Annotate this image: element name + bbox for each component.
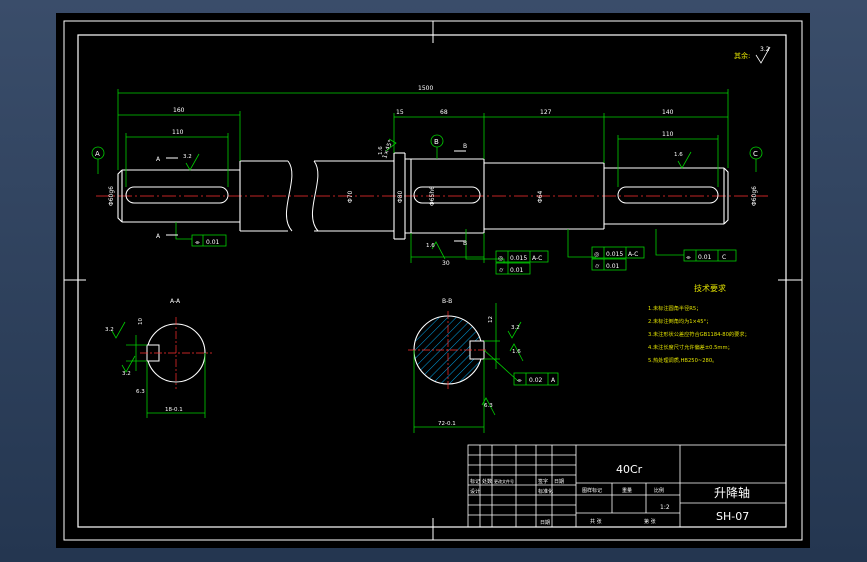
svg-text:C: C: [722, 254, 726, 261]
dim-right-end: 140: [662, 109, 674, 116]
section-b-width: 72-0.1: [438, 421, 456, 427]
section-a-depth: 10: [138, 318, 144, 325]
section-a-rough: 3.2: [105, 327, 114, 333]
svg-text:0.01: 0.01: [510, 267, 524, 274]
tb-pattern-mark: 图样标记: [582, 487, 602, 494]
section-label-a-top: A: [156, 156, 161, 163]
svg-text:1.6: 1.6: [426, 243, 435, 249]
svg-text:⌯: ⌯: [195, 239, 200, 246]
keyway-middle: [413, 186, 481, 204]
dim-30: 30: [442, 260, 450, 267]
svg-text:0.01: 0.01: [206, 239, 220, 246]
tb-sign: 签字: [538, 478, 548, 485]
dim-overall: 1500: [418, 85, 433, 92]
dim-dia-collar: Φ80: [397, 190, 404, 203]
section-a-rough2-icon: [121, 355, 136, 373]
section-label-b-bottom: B: [463, 240, 467, 247]
datum-a: A: [91, 146, 105, 160]
tb-weight: 重量: [622, 487, 632, 494]
tb-scale-label: 比例: [654, 487, 664, 494]
svg-text:A: A: [551, 377, 556, 384]
tol-frame-right: ⌯ 0.01 C: [683, 249, 737, 262]
tol-frame-left: ⌯ 0.01: [191, 234, 227, 247]
cad-drawing: 其余: 3.2 1500 160 110 15 68 127 140 110 3…: [63, 20, 803, 541]
tb-count: 处数: [482, 478, 492, 485]
tb-date: 日期: [554, 479, 564, 485]
svg-text:1.6: 1.6: [378, 146, 384, 155]
datum-b: B: [430, 134, 444, 148]
dim-dia-mid: Φ70: [347, 190, 354, 203]
roughness-note: 其余:: [734, 51, 750, 60]
section-b-rough2: 1.6: [512, 349, 521, 355]
tech-req-title: 技术要求: [694, 283, 726, 293]
tb-change-doc: 更改文件号: [494, 478, 514, 484]
dim-right-key: 110: [662, 131, 674, 138]
svg-text:◎: ◎: [498, 255, 503, 262]
svg-text:⌭: ⌭: [499, 267, 504, 274]
section-b-rough: 3.2: [511, 325, 520, 331]
section-a-rough-icon: [111, 321, 126, 339]
tb-date-label: 日期: [540, 520, 550, 526]
tech-req-item-3: 3.未注形状公差应符合GB1184-80的要求；: [648, 330, 750, 338]
section-b-depth: 12: [488, 316, 494, 323]
section-label-a-bottom: A: [156, 233, 161, 240]
svg-text:⌯: ⌯: [686, 254, 691, 261]
dimension-lines: [97, 89, 757, 263]
part-name: 升降轴: [714, 485, 750, 500]
tb-sheet-no: 第 张: [644, 518, 656, 525]
svg-text:0.015: 0.015: [606, 251, 623, 258]
drawing-number: SH-07: [716, 510, 749, 523]
tb-standard: 标准化: [538, 488, 553, 495]
dim-dia-left: Φ60g6: [108, 186, 115, 206]
tech-req-item-1: 1.未标注圆角半径R5；: [648, 304, 701, 312]
dim-dia-bearing: Φ65h6: [429, 186, 436, 206]
svg-text:1.6: 1.6: [674, 152, 683, 158]
dim-left-key: 110: [172, 129, 184, 136]
section-label-b-top: B: [463, 143, 467, 150]
section-a-width: 18-0.1: [165, 407, 183, 413]
svg-text:0.015: 0.015: [510, 255, 527, 262]
svg-text:A: A: [95, 150, 100, 158]
tb-mark: 标记: [470, 478, 480, 485]
section-b-title: B-B: [442, 298, 452, 305]
dim-dia-right: Φ60g6: [751, 186, 758, 206]
tech-req-item-2: 2.未标注倒角均为1×45°；: [648, 317, 711, 325]
dim-15: 15: [396, 109, 404, 116]
section-b-rough3: 6.3: [484, 403, 493, 409]
svg-text:0.02: 0.02: [529, 377, 543, 384]
datum-c: C: [749, 146, 763, 160]
dim-127: 127: [540, 109, 552, 116]
tol-frame-section-b: ⌯ 0.02 A: [513, 372, 559, 386]
tb-scale: 1:2: [660, 504, 670, 511]
keyway-right: [617, 186, 719, 204]
svg-text:0.01: 0.01: [606, 263, 620, 270]
keyway-left: [125, 186, 229, 204]
tech-req-item-4: 4.未注长度尺寸允许偏差±0.5mm；: [648, 343, 733, 351]
tech-req-item-5: 5.热处理调质,HB250~280。: [648, 356, 717, 364]
svg-text:⌯: ⌯: [517, 377, 522, 384]
section-a-title: A-A: [170, 298, 181, 305]
svg-text:A-C: A-C: [628, 251, 638, 258]
dim-dia-right-mid: Φ64: [537, 190, 544, 203]
roughness-general-value: 3.2: [760, 46, 770, 53]
material: 40Cr: [616, 463, 643, 476]
svg-text:A-C: A-C: [532, 255, 542, 262]
svg-text:3.2: 3.2: [183, 154, 192, 160]
dim-left-end: 160: [173, 107, 185, 114]
section-a-rough3: 6.3: [136, 389, 145, 395]
svg-text:◎: ◎: [594, 251, 599, 258]
svg-text:B: B: [434, 138, 439, 146]
dim-68: 68: [440, 109, 448, 116]
outer-frame: [63, 20, 803, 541]
svg-text:C: C: [753, 150, 758, 158]
svg-text:⌭: ⌭: [595, 263, 600, 270]
drawing-canvas: 其余: 3.2 1500 160 110 15 68 127 140 110 3…: [56, 13, 810, 548]
section-a-rough2: 3.2: [122, 371, 131, 377]
tb-design: 设计: [470, 488, 480, 495]
tol-frame-mid: ◎ 0.015 A-C ⌭ 0.01: [591, 246, 645, 271]
tb-total-sheets: 共 张: [590, 518, 602, 525]
svg-text:0.01: 0.01: [698, 254, 712, 261]
